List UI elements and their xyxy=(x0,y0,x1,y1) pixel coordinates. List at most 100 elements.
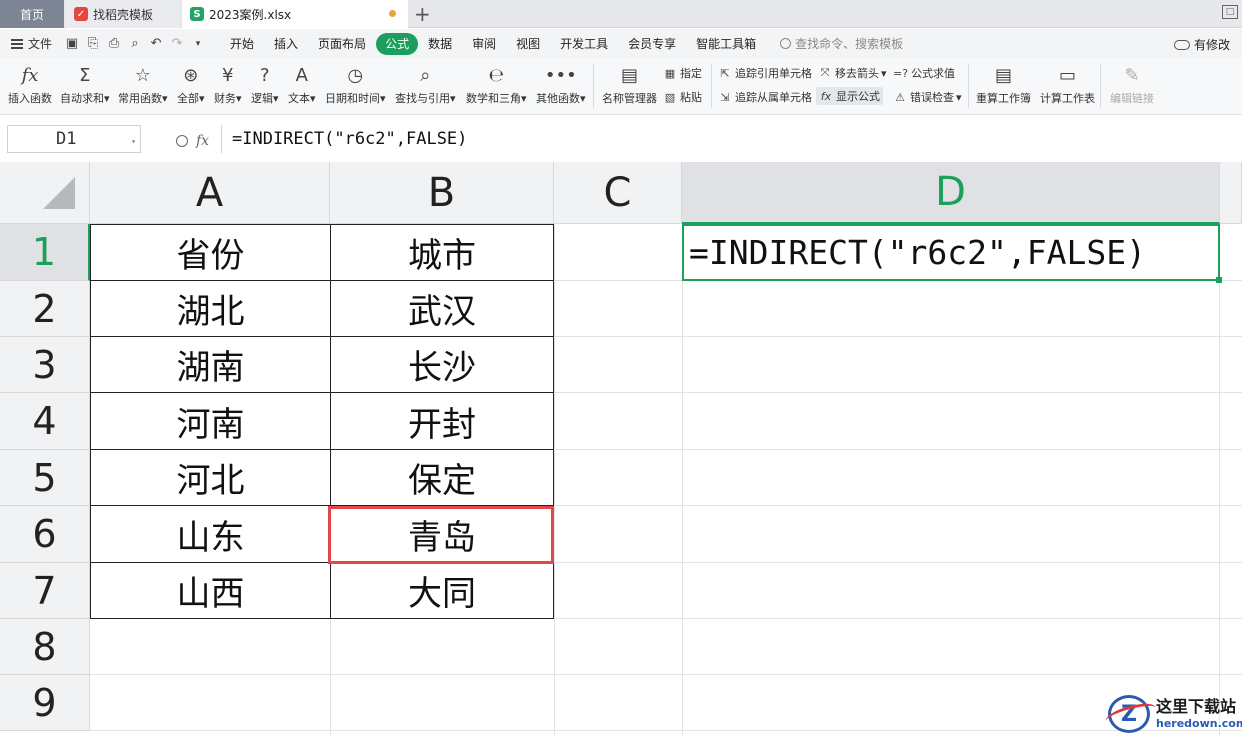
row-header-4[interactable]: 4 xyxy=(0,393,90,450)
paste-name-button[interactable]: ▧ 粘贴 xyxy=(663,89,702,105)
formula-input[interactable]: =INDIRECT("r6c2",FALSE) xyxy=(221,125,1242,153)
watermark-en: heredown.com xyxy=(1156,717,1242,730)
row-header-1[interactable]: 1 xyxy=(0,224,90,281)
cell-a6[interactable]: 山东 xyxy=(90,505,331,563)
name-manager-icon: ▤ xyxy=(620,64,638,86)
fill-handle[interactable] xyxy=(1216,277,1222,283)
recalc-workbook-button[interactable]: ▤ 重算工作簿 xyxy=(976,62,1031,106)
cell-d1[interactable]: =INDIRECT("r6c2",FALSE) xyxy=(682,224,1222,283)
customize-dropdown-icon[interactable]: ▾ xyxy=(190,36,206,52)
menu-formulas[interactable]: 公式 xyxy=(376,32,419,55)
datetime-button[interactable]: ◷ 日期和时间▾ xyxy=(325,62,386,106)
menu-smart-toolbox[interactable]: 智能工具箱 xyxy=(686,33,766,55)
logic-button[interactable]: ? 逻辑▾ xyxy=(251,62,279,106)
lookup-button[interactable]: ⌕ 查找与引用▾ xyxy=(395,62,456,106)
trace-dependents-button[interactable]: ⇲ 追踪从属单元格 xyxy=(718,89,812,105)
tab-file-label: 2023案例.xlsx xyxy=(209,7,292,22)
row-header-3[interactable]: 3 xyxy=(0,337,90,393)
undo-icon[interactable]: ↶ xyxy=(148,36,164,52)
name-box-dropdown-icon[interactable]: ▾ xyxy=(131,137,136,146)
calc-sheet-button[interactable]: ▭ 计算工作表 xyxy=(1040,62,1095,106)
row-header-5[interactable]: 5 xyxy=(0,450,90,506)
row-header-9[interactable]: 9 xyxy=(0,675,90,731)
other-functions-button[interactable]: ••• 其他函数▾ xyxy=(536,62,586,106)
trace-precedents-label: 追踪引用单元格 xyxy=(735,67,812,80)
evaluate-icon: =? xyxy=(893,66,909,80)
tab-template[interactable]: ✓ 找稻壳模板 xyxy=(66,0,180,28)
export-pdf-icon[interactable]: ⎘ xyxy=(85,36,101,52)
cell-b7[interactable]: 大同 xyxy=(330,562,554,619)
cell-b5[interactable]: 保定 xyxy=(330,449,554,506)
watermark-cn: 这里下载站 xyxy=(1156,697,1237,716)
lookup-icon: ⌕ xyxy=(420,64,431,86)
search-icon xyxy=(780,38,792,49)
formulas-ribbon: fx 插入函数 Σ 自动求和▾ ☆ 常用函数▾ ⊛ 全部▾ ¥ 财务▾ ? 逻辑… xyxy=(0,58,1242,115)
cell-a2[interactable]: 湖北 xyxy=(90,280,331,337)
cell-a3[interactable]: 湖南 xyxy=(90,336,331,393)
save-icon[interactable]: ▣ xyxy=(64,36,80,52)
gridline xyxy=(90,674,1242,675)
show-formulas-button[interactable]: fx 显示公式 xyxy=(816,87,883,105)
all-functions-button[interactable]: ⊛ 全部▾ xyxy=(177,62,205,106)
autosum-button[interactable]: Σ 自动求和▾ xyxy=(60,62,110,106)
cell-b2[interactable]: 武汉 xyxy=(330,280,554,337)
changes-indicator[interactable]: 有修改 xyxy=(1173,36,1230,53)
cell-a5[interactable]: 河北 xyxy=(90,449,331,506)
menu-member[interactable]: 会员专享 xyxy=(618,33,686,55)
docer-icon: ✓ xyxy=(74,7,88,21)
menu-data[interactable]: 数据 xyxy=(418,33,462,55)
cell-a4[interactable]: 河南 xyxy=(90,392,331,450)
file-menu[interactable]: 文件 xyxy=(11,35,52,52)
menu-page-layout[interactable]: 页面布局 xyxy=(308,33,376,55)
column-header-d[interactable]: D xyxy=(682,162,1220,224)
cell-a7[interactable]: 山西 xyxy=(90,562,331,619)
row-header-6[interactable]: 6 xyxy=(0,506,90,563)
column-header-e[interactable] xyxy=(1220,162,1242,224)
column-header-c[interactable]: C xyxy=(554,162,682,224)
menu-review[interactable]: 审阅 xyxy=(462,33,506,55)
name-manager-button[interactable]: ▤ 名称管理器 xyxy=(602,62,657,106)
trace-precedents-button[interactable]: ⇱ 追踪引用单元格 xyxy=(718,65,812,81)
column-header-b[interactable]: B xyxy=(330,162,554,224)
print-preview-icon[interactable]: ⌕ xyxy=(127,36,143,52)
select-all-corner[interactable] xyxy=(0,162,90,224)
name-box[interactable]: D1 ▾ xyxy=(7,125,141,153)
menu-developer[interactable]: 开发工具 xyxy=(550,33,618,55)
cell-b4[interactable]: 开封 xyxy=(330,392,554,450)
row-header-2[interactable]: 2 xyxy=(0,281,90,337)
spreadsheet-icon: S xyxy=(190,7,204,21)
window-restore-icon[interactable]: □ xyxy=(1222,5,1238,19)
evaluate-formula-button[interactable]: =? 公式求值 xyxy=(893,65,955,81)
row-header-8[interactable]: 8 xyxy=(0,619,90,675)
zoom-icon[interactable] xyxy=(176,135,188,147)
cell-a1[interactable]: 省份 xyxy=(90,224,331,281)
math-label: 数学和三角 xyxy=(466,92,521,105)
trace-dependents-icon: ⇲ xyxy=(720,90,730,104)
ribbon-separator xyxy=(968,64,969,108)
redo-icon[interactable]: ↷ xyxy=(169,36,185,52)
error-check-button[interactable]: ⚠ 错误检查 ▾ xyxy=(893,89,961,105)
text-button[interactable]: A 文本▾ xyxy=(288,62,316,106)
common-functions-button[interactable]: ☆ 常用函数▾ xyxy=(118,62,168,106)
row-header-7[interactable]: 7 xyxy=(0,563,90,619)
menu-insert[interactable]: 插入 xyxy=(264,33,308,55)
menu-view[interactable]: 视图 xyxy=(506,33,550,55)
new-tab-plus-icon[interactable]: + xyxy=(414,2,431,26)
other-functions-label: 其他函数 xyxy=(536,92,580,105)
finance-button[interactable]: ¥ 财务▾ xyxy=(214,62,242,106)
insert-function-button[interactable]: fx 插入函数 xyxy=(8,62,52,106)
remove-arrows-button[interactable]: ⤧ 移去箭头 ▾ xyxy=(818,65,887,81)
cell-b1[interactable]: 城市 xyxy=(330,224,554,281)
tab-home[interactable]: 首页 xyxy=(0,0,64,28)
tab-file[interactable]: S 2023案例.xlsx xyxy=(182,0,408,28)
math-button[interactable]: ℮ 数学和三角▾ xyxy=(466,62,527,106)
column-header-a[interactable]: A xyxy=(90,162,330,224)
print-icon[interactable]: ⎙ xyxy=(106,36,122,52)
fx-icon[interactable]: fx xyxy=(196,133,209,149)
menu-home[interactable]: 开始 xyxy=(220,33,264,55)
assign-button[interactable]: ▦ 指定 xyxy=(663,65,702,81)
command-search[interactable]: 查找命令、搜索模板 xyxy=(780,35,903,52)
watermark-logo-icon: Z xyxy=(1108,695,1150,733)
edit-links-button[interactable]: ✎ 编辑链接 xyxy=(1110,62,1154,106)
cell-b3[interactable]: 长沙 xyxy=(330,336,554,393)
